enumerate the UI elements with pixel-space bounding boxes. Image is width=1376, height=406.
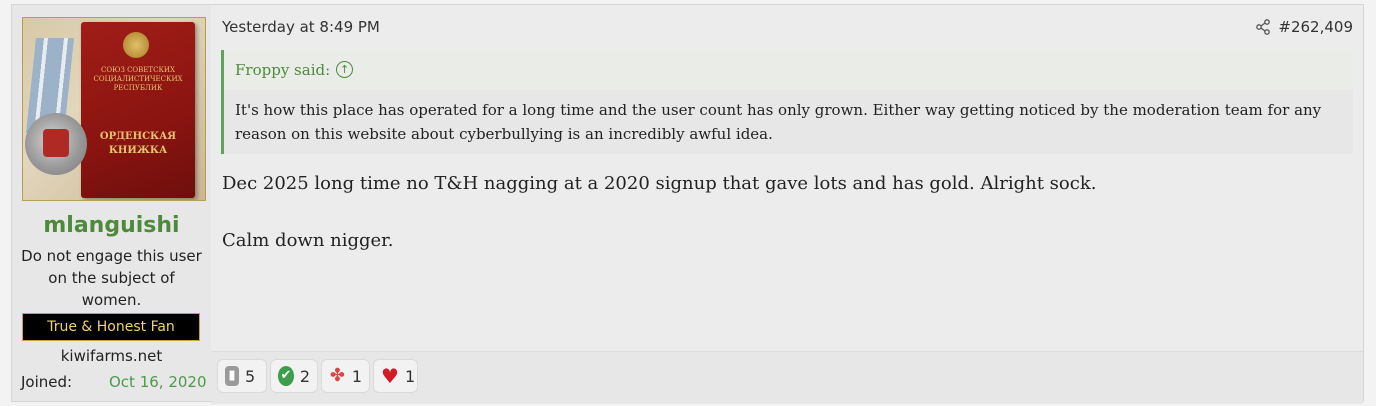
- user-site: kiwifarms.net: [60, 347, 163, 365]
- quote-author[interactable]: Froppy said:: [235, 61, 330, 79]
- reaction-count: 5: [245, 366, 256, 386]
- heart-icon: ♥: [381, 364, 399, 388]
- user-cell: СОЮЗ СОВЕТСКИХ СОЦИАЛИСТИЧЕСКИХ РЕСПУБЛИ…: [12, 5, 211, 401]
- quote-block: Froppy said: ↑ It's how this place has op…: [221, 50, 1353, 154]
- joined-date: Oct 16, 2020: [109, 373, 207, 391]
- reactions-bar: ▮ 5 ✔ 2 ✤ 1 ♥ 1: [211, 351, 1363, 404]
- post-body-line: Calm down nigger.: [222, 230, 394, 251]
- jump-to-quote-icon[interactable]: ↑: [336, 60, 354, 78]
- post-body-line: Dec 2025 long time no T&H nagging at a 2…: [222, 173, 1097, 194]
- reaction-heart-button[interactable]: ♥ 1: [373, 359, 418, 393]
- reaction-agree-button[interactable]: ✔ 2: [270, 359, 318, 393]
- post-body: Dec 2025 long time no T&H nagging at a 2…: [222, 170, 1342, 284]
- medal-image: [25, 113, 87, 175]
- book-small-text: СОЮЗ СОВЕТСКИХ СОЦИАЛИСТИЧЕСКИХ РЕСПУБЛИ…: [93, 66, 183, 92]
- reaction-count: 1: [404, 366, 416, 386]
- agree-icon: ✔: [278, 366, 294, 386]
- post-main: Yesterday at 8:49 PM #262,409 Froppy sai…: [211, 5, 1363, 404]
- post-date-link[interactable]: Yesterday at 8:49 PM: [222, 18, 380, 36]
- puzzle-icon: ✤: [329, 365, 345, 386]
- post: СОЮЗ СОВЕТСКИХ СОЦИАЛИСТИЧЕСКИХ РЕСПУБЛИ…: [11, 4, 1364, 404]
- reaction-count: 1: [351, 366, 362, 386]
- reaction-feels-button[interactable]: ▮ 5: [217, 359, 267, 393]
- joined-label: Joined:: [21, 373, 73, 391]
- quote-header[interactable]: Froppy said: ↑: [224, 50, 1353, 90]
- emblem-icon: [123, 32, 149, 58]
- username-link[interactable]: mlanguishi: [12, 213, 211, 238]
- user-title: Do not engage this user on the subject o…: [21, 247, 202, 309]
- reaction-puzzle-button[interactable]: ✤ 1: [321, 359, 370, 393]
- book-title-text: ОРДЕНСКАЯ КНИЖКА: [99, 131, 177, 156]
- reaction-count: 2: [299, 366, 310, 386]
- quote-text: It's how this place has operated for a l…: [235, 101, 1322, 143]
- user-banner: True & Honest Fan: [22, 313, 200, 341]
- share-icon[interactable]: [1255, 19, 1271, 35]
- post-number-link[interactable]: #262,409: [1278, 18, 1353, 36]
- feels-icon: ▮: [225, 366, 239, 386]
- order-book-image: СОЮЗ СОВЕТСКИХ СОЦИАЛИСТИЧЕСКИХ РЕСПУБЛИ…: [81, 22, 195, 198]
- avatar[interactable]: СОЮЗ СОВЕТСКИХ СОЦИАЛИСТИЧЕСКИХ РЕСПУБЛИ…: [22, 17, 206, 201]
